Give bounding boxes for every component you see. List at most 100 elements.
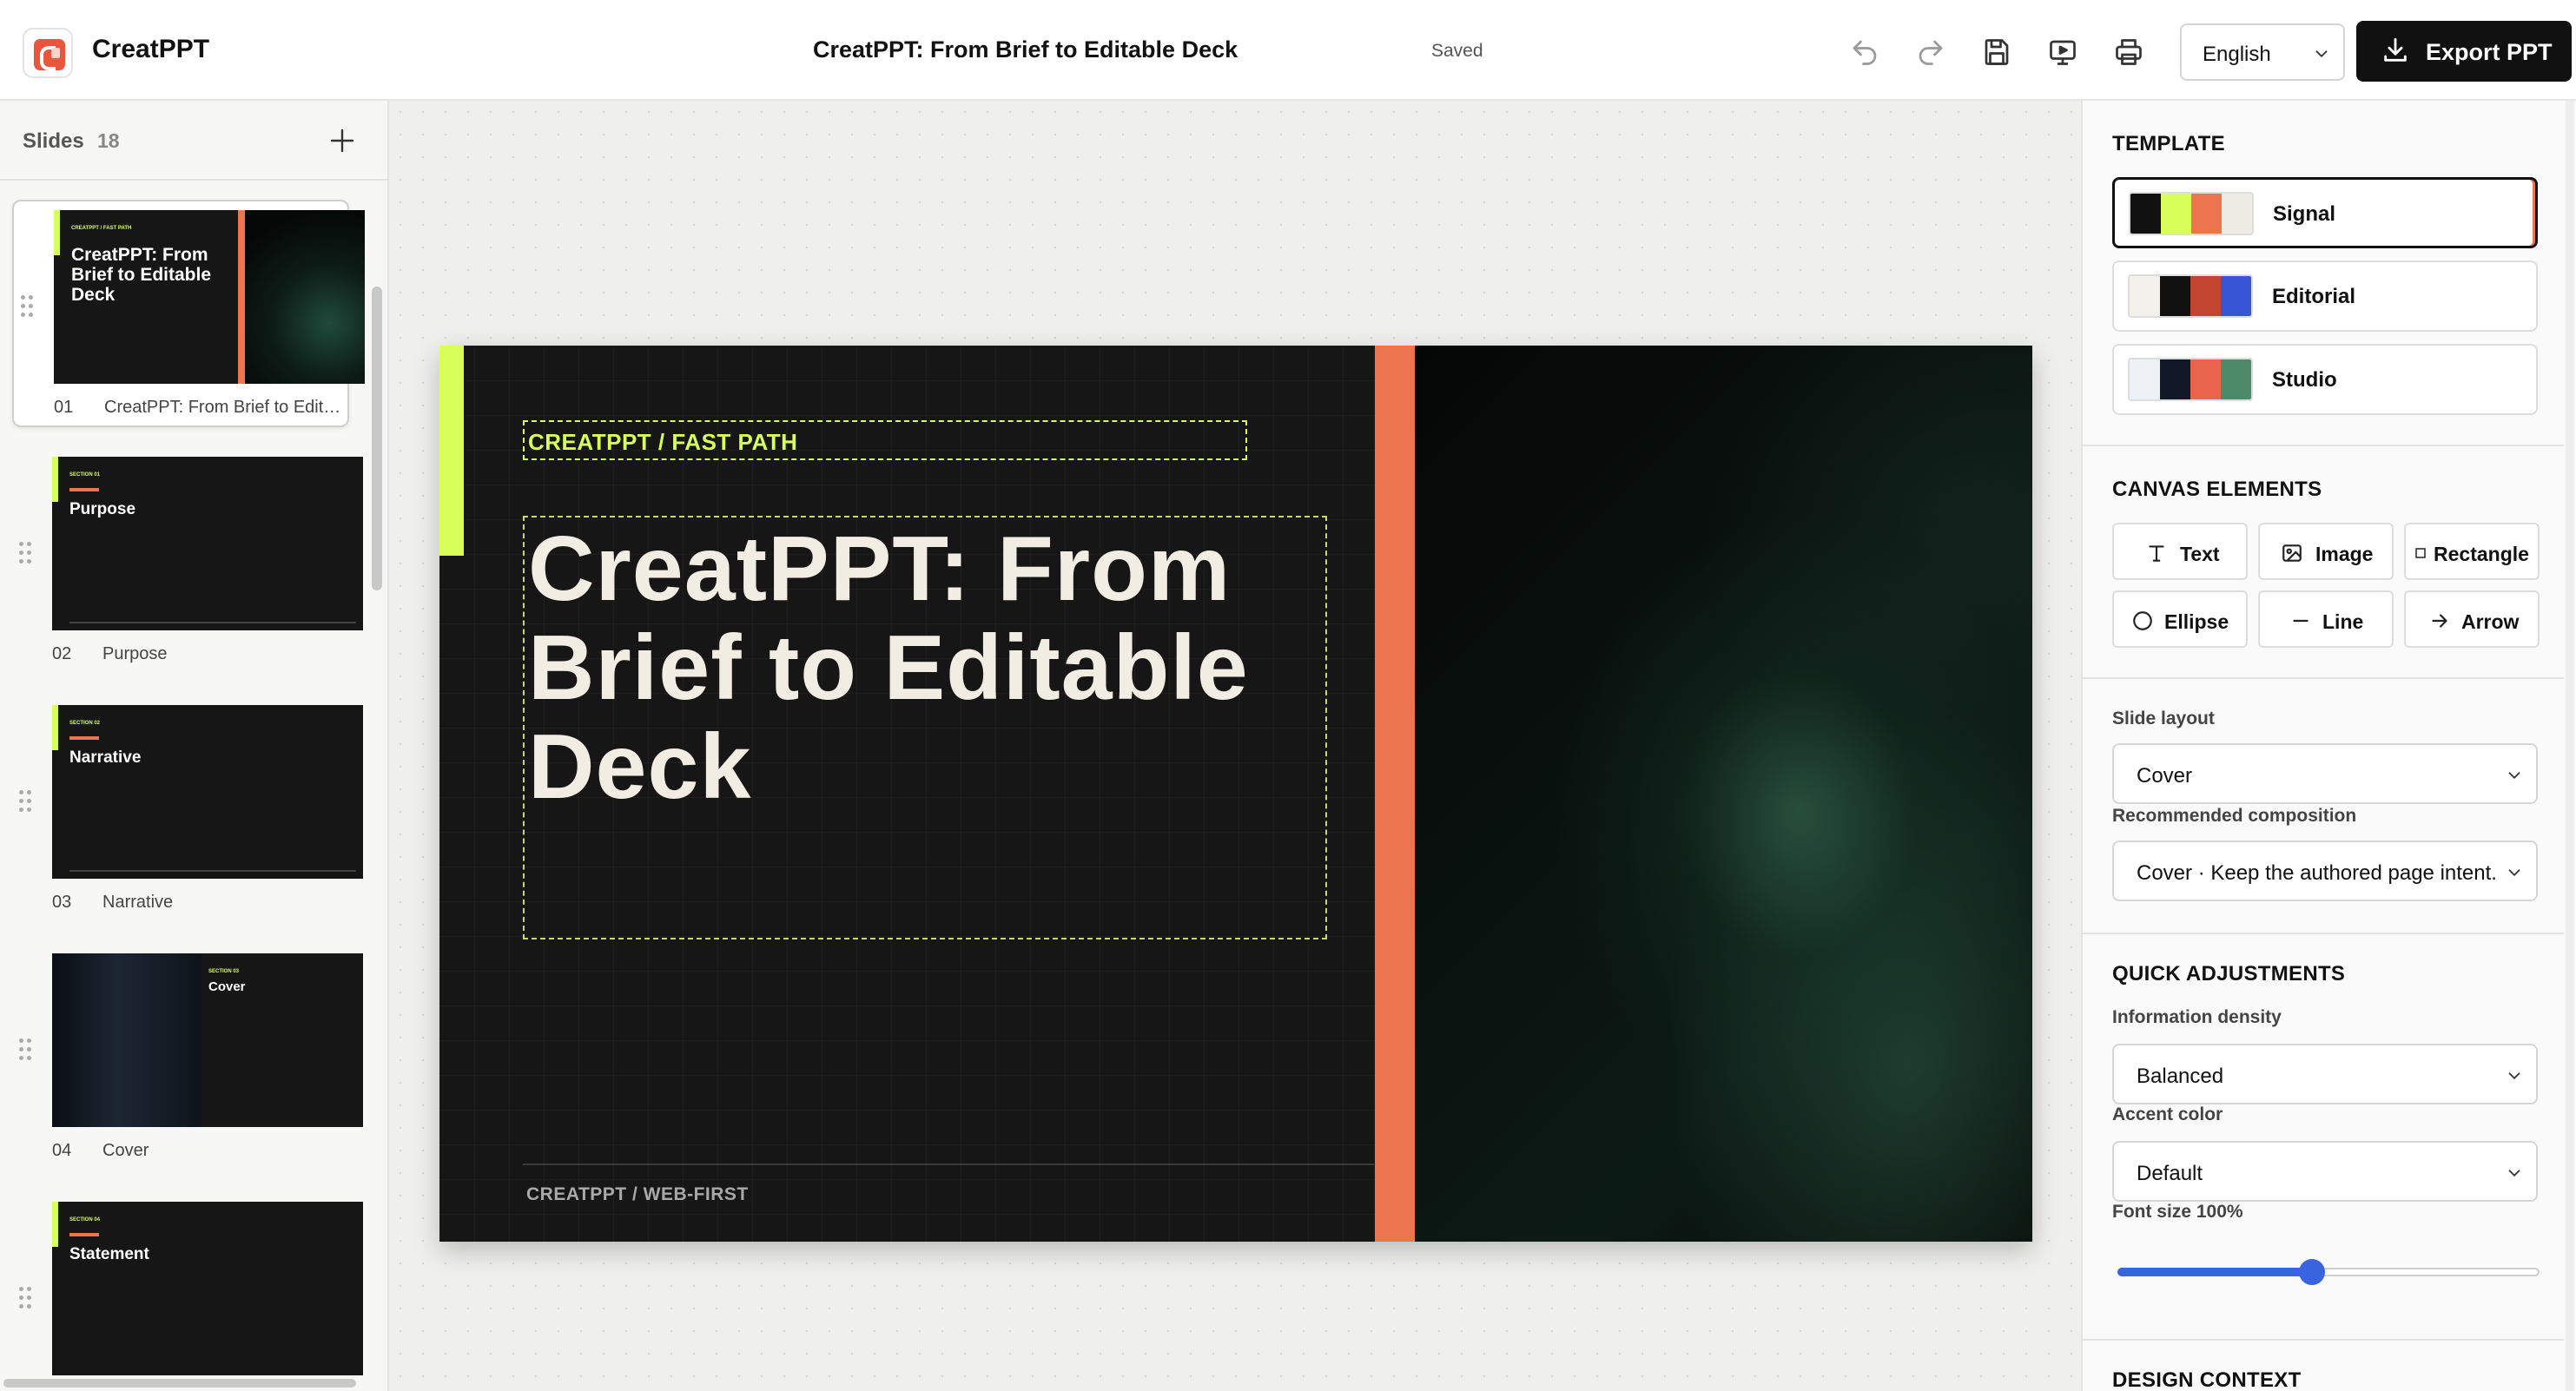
top-bar: CreatPPT CreatPPT: From Brief to Editabl… bbox=[0, 0, 2576, 101]
button-label: Line bbox=[2322, 610, 2364, 633]
slide-canvas[interactable]: CREATPPT / FAST PATH CreatPPT: From Brie… bbox=[439, 346, 2032, 1242]
chevron-down-icon bbox=[2508, 1072, 2520, 1080]
divider bbox=[2083, 1339, 2564, 1341]
redo-icon[interactable] bbox=[1913, 35, 1948, 69]
thumb-kicker: CREATPPT / FAST PATH bbox=[71, 226, 132, 231]
accent-bar[interactable] bbox=[439, 346, 464, 556]
properties-panel: TEMPLATE Signal Editorial Studio CANVAS … bbox=[2081, 101, 2576, 1391]
drag-handle-icon[interactable] bbox=[21, 295, 35, 318]
title-textbox[interactable]: CreatPPT: From Brief to Editable Deck bbox=[523, 516, 1327, 939]
add-slide-icon[interactable] bbox=[327, 125, 358, 156]
thumb-title: Statement bbox=[69, 1245, 149, 1263]
thumb-title: CreatPPT: From Brief to Editable Deck bbox=[71, 245, 212, 305]
app-logo-icon bbox=[23, 28, 73, 78]
drag-handle-icon[interactable] bbox=[19, 1038, 33, 1061]
slide-layout-select[interactable]: Cover bbox=[2112, 743, 2538, 804]
print-icon[interactable] bbox=[2111, 35, 2146, 69]
template-swatches bbox=[2128, 274, 2253, 318]
image-icon bbox=[2282, 544, 2302, 562]
slides-panel-header: Slides 18 bbox=[0, 101, 387, 181]
export-label: Export PPT bbox=[2426, 39, 2553, 65]
thumb-photo bbox=[52, 953, 201, 1127]
slide-thumbnail[interactable]: SECTION 01 Purpose bbox=[52, 457, 363, 630]
thumb-photo bbox=[245, 210, 365, 384]
slide-list-item[interactable]: SECTION 04 Statement bbox=[12, 1193, 363, 1391]
add-rectangle-button[interactable]: Rectangle bbox=[2404, 523, 2540, 580]
download-icon bbox=[2384, 37, 2407, 62]
accent-color-select[interactable]: Default bbox=[2112, 1141, 2538, 1202]
slide-thumbnail[interactable]: SECTION 04 Statement bbox=[52, 1202, 363, 1375]
slides-count: 18 bbox=[97, 129, 120, 152]
slide-caption: 03 Narrative bbox=[52, 893, 174, 912]
slide-footer[interactable]: CREATPPT / WEB-FIRST bbox=[526, 1184, 749, 1205]
canvas-elements-title: CANVAS ELEMENTS bbox=[2112, 478, 2322, 501]
select-value: Cover · Keep the authored page intent. bbox=[2137, 861, 2497, 885]
slide-list-item[interactable]: SECTION 01 Purpose 02 Purpose bbox=[12, 448, 363, 676]
template-option-editorial[interactable]: Editorial bbox=[2112, 260, 2538, 332]
editor-canvas[interactable]: CREATPPT / FAST PATH CreatPPT: From Brie… bbox=[389, 101, 2081, 1391]
rectangle-icon bbox=[2415, 548, 2426, 558]
composition-select[interactable]: Cover · Keep the authored page intent. bbox=[2112, 841, 2538, 901]
add-image-button[interactable]: Image bbox=[2258, 523, 2394, 580]
document-title[interactable]: CreatPPT: From Brief to Editable Deck bbox=[813, 36, 1238, 63]
circuit-board-image[interactable] bbox=[1415, 346, 2032, 1242]
thumb-kicker: SECTION 03 bbox=[208, 969, 240, 974]
divider bbox=[2083, 677, 2564, 679]
density-select[interactable]: Balanced bbox=[2112, 1044, 2538, 1104]
template-swatches bbox=[2128, 358, 2253, 401]
font-size-slider-fill bbox=[2117, 1268, 2312, 1276]
font-size-label: Font size 100% bbox=[2112, 1202, 2243, 1222]
slide-layout-label: Slide layout bbox=[2112, 709, 2215, 728]
accent-color-label: Accent color bbox=[2112, 1104, 2223, 1124]
slide-thumbnail[interactable]: SECTION 02 Narrative bbox=[52, 705, 363, 879]
divider bbox=[2083, 933, 2564, 934]
thumb-kicker: SECTION 04 bbox=[69, 1217, 101, 1223]
button-label: Ellipse bbox=[2164, 610, 2229, 633]
drag-handle-icon[interactable] bbox=[19, 1287, 33, 1309]
slides-label: Slides bbox=[23, 129, 84, 153]
composition-label: Recommended composition bbox=[2112, 806, 2357, 826]
thumb-kicker: SECTION 01 bbox=[69, 472, 101, 478]
app-name: CreatPPT bbox=[92, 35, 210, 63]
language-select[interactable]: English bbox=[2180, 23, 2345, 81]
thumb-kicker: SECTION 02 bbox=[69, 721, 101, 726]
undo-icon[interactable] bbox=[1847, 35, 1882, 69]
template-option-studio[interactable]: Studio bbox=[2112, 344, 2538, 415]
slide-caption: 04 Cover bbox=[52, 1141, 149, 1160]
slide-list-item[interactable]: SECTION 03 Cover 04 Cover bbox=[12, 945, 363, 1172]
footer-divider[interactable] bbox=[523, 1164, 1374, 1165]
select-value: Balanced bbox=[2137, 1065, 2224, 1088]
slide-thumbnail[interactable]: SECTION 03 Cover bbox=[52, 953, 363, 1127]
slides-scrollbar[interactable] bbox=[372, 287, 382, 590]
orange-stripe[interactable] bbox=[1375, 346, 1415, 1242]
add-ellipse-button[interactable]: Ellipse bbox=[2112, 590, 2248, 648]
slide-list-item[interactable]: CREATPPT / FAST PATH CreatPPT: From Brie… bbox=[12, 200, 365, 427]
arrow-icon bbox=[2432, 614, 2447, 628]
drag-handle-icon[interactable] bbox=[19, 790, 33, 813]
save-icon[interactable] bbox=[1979, 35, 2014, 69]
panel-scrollbar[interactable] bbox=[2566, 101, 2574, 1391]
select-value: Default bbox=[2137, 1162, 2203, 1185]
slide-thumbnail[interactable]: CREATPPT / FAST PATH CreatPPT: From Brie… bbox=[54, 210, 365, 384]
present-icon[interactable] bbox=[2045, 35, 2080, 69]
chevron-down-icon bbox=[2508, 772, 2520, 780]
thumb-title: Cover bbox=[208, 979, 246, 994]
button-label: Rectangle bbox=[2434, 543, 2529, 565]
template-option-signal[interactable]: Signal bbox=[2112, 177, 2538, 248]
text-icon bbox=[2149, 545, 2164, 562]
ellipse-icon bbox=[2133, 611, 2152, 630]
chevron-down-icon bbox=[2508, 1170, 2520, 1177]
slide-list-item[interactable]: SECTION 02 Narrative 03 Narrative bbox=[12, 696, 363, 924]
slides-horizontal-scrollbar[interactable] bbox=[3, 1379, 356, 1388]
drag-handle-icon[interactable] bbox=[19, 542, 33, 564]
font-size-slider-handle[interactable] bbox=[2298, 1259, 2325, 1285]
thumb-title: Narrative bbox=[69, 748, 142, 767]
add-arrow-button[interactable]: Arrow bbox=[2404, 590, 2540, 648]
design-context-title: DESIGN CONTEXT bbox=[2112, 1368, 2302, 1391]
export-ppt-button[interactable]: Export PPT bbox=[2356, 21, 2572, 82]
save-status: Saved bbox=[1431, 41, 1483, 61]
add-text-button[interactable]: Text bbox=[2112, 523, 2248, 580]
density-label: Information density bbox=[2112, 1007, 2282, 1027]
kicker-textbox[interactable]: CREATPPT / FAST PATH bbox=[523, 420, 1247, 460]
add-line-button[interactable]: Line bbox=[2258, 590, 2394, 648]
